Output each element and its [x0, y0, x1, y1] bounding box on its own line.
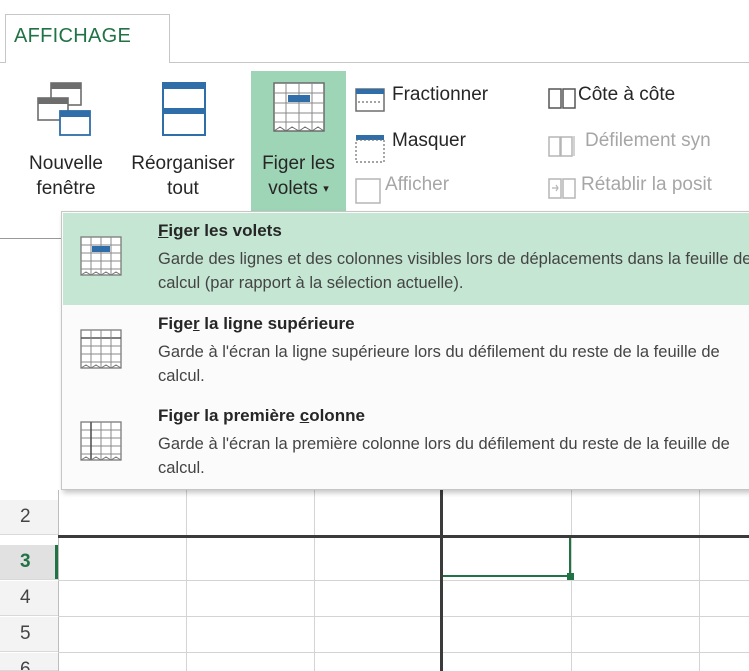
sync-scroll-icon — [548, 136, 575, 157]
hide-label: Masquer — [392, 130, 466, 151]
menu-item-freeze-panes[interactable]: Figer les volets Garde des lignes et des… — [63, 213, 749, 305]
freeze-panes-label-1: Figer les — [262, 153, 335, 174]
hide-button[interactable]: Masquer — [355, 128, 535, 163]
unhide-button[interactable]: Afficher — [355, 172, 535, 204]
menu-item-title: Figer les volets — [158, 221, 282, 240]
new-window-button[interactable]: Nouvelle fenêtre — [14, 71, 118, 211]
row-header-4[interactable]: 4 — [0, 581, 58, 616]
freeze-first-column-icon — [80, 421, 122, 461]
menu-item-freeze-first-column[interactable]: Figer la première colonne Garde à l'écra… — [63, 398, 749, 490]
side-by-side-label: Côte à côte — [578, 84, 676, 105]
arrange-all-label-1: Réorganiser — [131, 153, 235, 174]
row-number: 4 — [20, 587, 31, 608]
menu-item-title: Figer la ligne supérieure — [158, 314, 355, 333]
ribbon-bottom-border — [0, 238, 62, 239]
freeze-panes-menu: Figer les volets Garde des lignes et des… — [61, 211, 749, 490]
freeze-panes-icon — [80, 236, 122, 276]
arrange-all-icon — [162, 82, 206, 136]
new-window-icon — [37, 82, 91, 136]
ribbon-tab-strip: AFFICHAGE — [0, 0, 749, 63]
freeze-panes-button[interactable]: Figer les volets ▾ — [251, 71, 346, 211]
split-button[interactable]: Fractionner — [355, 82, 535, 114]
reset-window-position-icon — [548, 178, 576, 199]
unhide-window-icon — [355, 178, 381, 204]
chevron-down-icon: ▾ — [323, 183, 329, 195]
sync-scroll-label: Défilement syn — [585, 130, 711, 151]
sync-scroll-button[interactable]: Défilement syn — [548, 128, 749, 160]
row-number: 6 — [20, 659, 31, 671]
gridline — [58, 580, 749, 581]
row-header-6[interactable]: 6 — [0, 653, 58, 671]
freeze-line-horizontal — [58, 535, 749, 538]
menu-item-freeze-top-row[interactable]: Figer la ligne supérieure Garde à l'écra… — [63, 306, 749, 398]
unhide-label: Afficher — [385, 174, 450, 195]
freeze-line-vertical — [440, 490, 443, 671]
row-header-3[interactable]: 3 — [0, 545, 58, 580]
new-window-label-2: fenêtre — [36, 178, 96, 199]
tab-affichage[interactable]: AFFICHAGE — [5, 14, 170, 63]
hide-window-icon — [355, 135, 385, 163]
menu-item-title: Figer la première colonne — [158, 406, 365, 425]
reset-position-label: Rétablir la posit — [581, 174, 712, 195]
split-icon — [355, 88, 385, 112]
active-cell[interactable] — [443, 538, 571, 577]
freeze-panes-label-2: volets — [268, 178, 318, 199]
side-by-side-button[interactable]: Côte à côte — [548, 82, 749, 114]
menu-item-description: Garde à l'écran la première colonne lors… — [158, 435, 730, 477]
side-by-side-icon — [548, 88, 576, 109]
freeze-top-row-icon — [80, 329, 122, 369]
row-header-5[interactable]: 5 — [0, 617, 58, 652]
arrange-all-label-2: tout — [167, 178, 199, 199]
fill-handle[interactable] — [567, 573, 574, 580]
tab-affichage-label: AFFICHAGE — [14, 25, 132, 47]
gridline — [58, 652, 749, 653]
menu-item-description: Garde des lignes et des colonnes visible… — [158, 250, 749, 292]
gridline — [58, 616, 749, 617]
reset-position-button[interactable]: Rétablir la posit — [548, 172, 749, 204]
row-number: 3 — [20, 551, 31, 572]
arrange-all-button[interactable]: Réorganiser tout — [118, 71, 248, 211]
freeze-panes-icon — [273, 82, 325, 132]
split-label: Fractionner — [392, 84, 489, 105]
row-number: 2 — [20, 506, 31, 527]
row-header-2[interactable]: 2 — [0, 500, 58, 535]
new-window-label-1: Nouvelle — [29, 153, 103, 174]
row-number: 5 — [20, 623, 31, 644]
menu-item-description: Garde à l'écran la ligne supérieure lors… — [158, 343, 720, 385]
